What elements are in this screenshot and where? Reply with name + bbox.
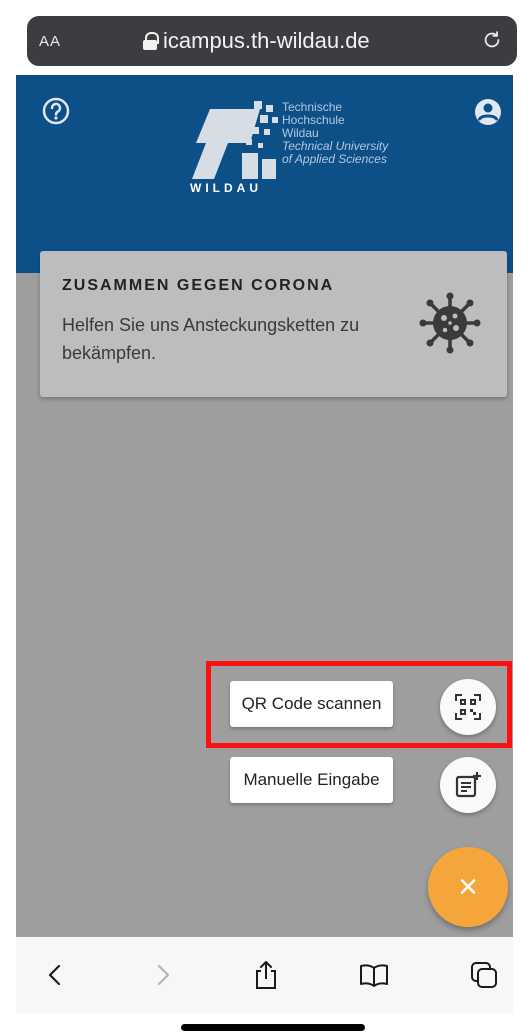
close-icon: × — [458, 868, 478, 906]
manual-entry-button[interactable] — [440, 757, 496, 813]
screen: AA icampus.th-wildau.de Technische Hochs… — [0, 0, 529, 1035]
tabs-icon — [471, 962, 497, 988]
chevron-left-icon — [48, 964, 61, 986]
home-indicator — [181, 1024, 365, 1031]
close-fab-button[interactable]: × — [428, 847, 508, 927]
highlight-annotation — [206, 661, 512, 748]
logo-wordmark: WILDAU — [190, 181, 262, 195]
browser-toolbar — [16, 937, 513, 1013]
url-text: icampus.th-wildau.de — [163, 28, 370, 53]
web-content: Technische Hochschule Wildau Technical U… — [16, 75, 513, 937]
reload-icon[interactable] — [481, 29, 503, 51]
note-add-icon — [455, 772, 481, 798]
manual-entry-label[interactable]: Manuelle Eingabe — [230, 757, 393, 803]
help-icon[interactable] — [42, 97, 70, 125]
forward-button[interactable] — [144, 957, 180, 993]
url-display[interactable]: icampus.th-wildau.de — [143, 28, 370, 54]
logo-text: Technische Hochschule Wildau Technical U… — [282, 100, 389, 166]
corona-card[interactable]: ZUSAMMEN GEGEN CORONA Helfen Sie uns Ans… — [40, 251, 507, 397]
account-icon[interactable] — [473, 97, 503, 127]
back-button[interactable] — [38, 957, 74, 993]
text-size-button[interactable]: AA — [39, 33, 61, 50]
card-title: ZUSAMMEN GEGEN CORONA — [62, 277, 335, 294]
logo-mark — [192, 101, 278, 179]
share-button[interactable] — [248, 957, 284, 993]
chevron-right-icon — [157, 964, 170, 986]
app-header: Technische Hochschule Wildau Technical U… — [16, 75, 513, 273]
book-icon — [360, 964, 388, 987]
address-bar[interactable]: AA icampus.th-wildau.de — [27, 16, 517, 66]
virus-icon — [419, 292, 481, 354]
card-text: Helfen Sie uns Ansteckungsketten zu bekä… — [62, 315, 360, 363]
university-logo: Technische Hochschule Wildau Technical U… — [188, 99, 418, 199]
tabs-button[interactable] — [466, 957, 502, 993]
bookmarks-button[interactable] — [356, 957, 392, 993]
share-icon — [256, 961, 276, 989]
lock-icon — [143, 32, 159, 50]
